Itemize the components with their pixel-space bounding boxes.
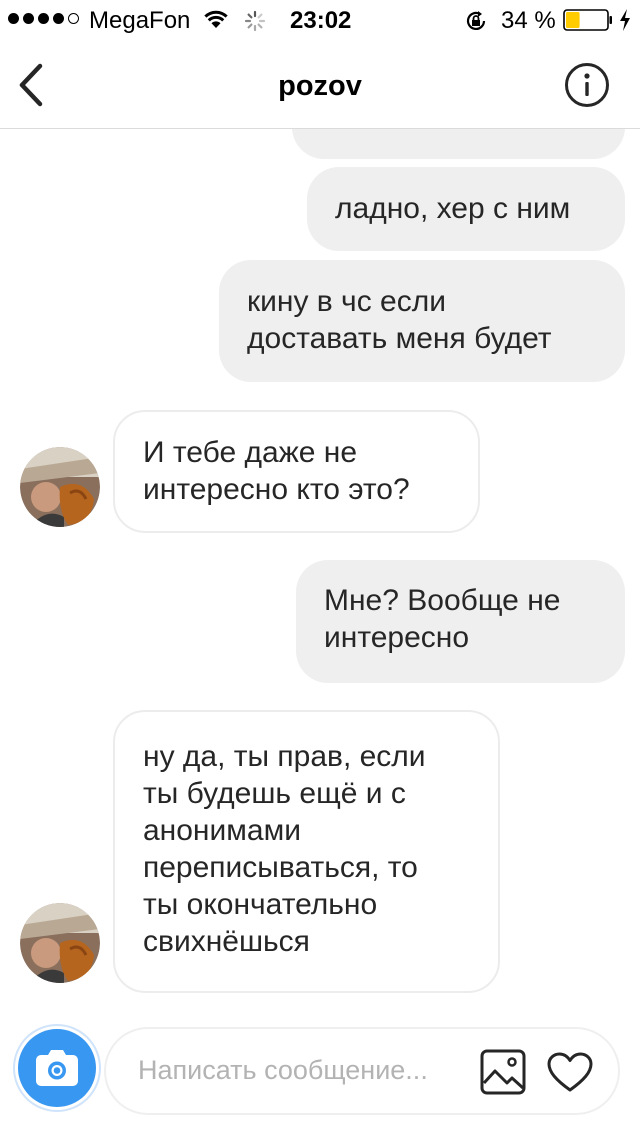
navigation-bar: pozov <box>0 40 640 128</box>
message-bubble-partial <box>292 129 625 159</box>
message-composer: Написать сообщение... <box>0 1000 640 1136</box>
gallery-icon[interactable] <box>480 1049 526 1095</box>
info-icon[interactable] <box>564 62 610 108</box>
carrier-name: MegaFon <box>89 7 191 34</box>
cellular-signal-icon <box>8 13 79 24</box>
message-text: ну да, ты прав, если ты будешь ещё и с а… <box>143 740 426 958</box>
battery-percent: 34 % <box>501 7 556 34</box>
conversation-title[interactable]: pozov <box>0 70 640 103</box>
message-text: И тебе даже не интересно кто это? <box>143 436 410 506</box>
message-input-box[interactable]: Написать сообщение... <box>104 1027 620 1115</box>
message-bubble-outgoing[interactable]: кину в чс если доставать меня будет <box>219 260 625 382</box>
activity-spinner-icon <box>244 10 266 32</box>
message-bubble-incoming[interactable]: И тебе даже не интересно кто это? <box>113 410 480 533</box>
status-bar: MegaFon 23:02 34 % <box>0 0 640 40</box>
message-thread[interactable]: ладно, хер с ним кину в чс если достават… <box>0 129 640 1000</box>
heart-icon[interactable] <box>546 1051 594 1093</box>
avatar[interactable] <box>20 903 100 983</box>
avatar[interactable] <box>20 447 100 527</box>
camera-icon <box>36 1050 78 1086</box>
message-bubble-outgoing[interactable]: Мне? Вообще не интересно <box>296 560 625 683</box>
charging-bolt-icon <box>620 9 630 31</box>
message-bubble-outgoing[interactable]: ладно, хер с ним <box>307 167 625 251</box>
clock: 23:02 <box>290 7 352 34</box>
battery-icon <box>563 9 612 31</box>
wifi-icon <box>204 10 228 28</box>
message-input[interactable]: Написать сообщение... <box>138 1055 468 1091</box>
message-bubble-incoming[interactable]: ну да, ты прав, если ты будешь ещё и с а… <box>113 710 500 993</box>
orientation-lock-icon <box>466 11 486 30</box>
message-text: Мне? Вообще не интересно <box>324 584 561 654</box>
message-text: ладно, хер с ним <box>335 192 571 225</box>
camera-button[interactable] <box>18 1029 96 1107</box>
message-text: кину в чс если доставать меня будет <box>247 285 552 355</box>
